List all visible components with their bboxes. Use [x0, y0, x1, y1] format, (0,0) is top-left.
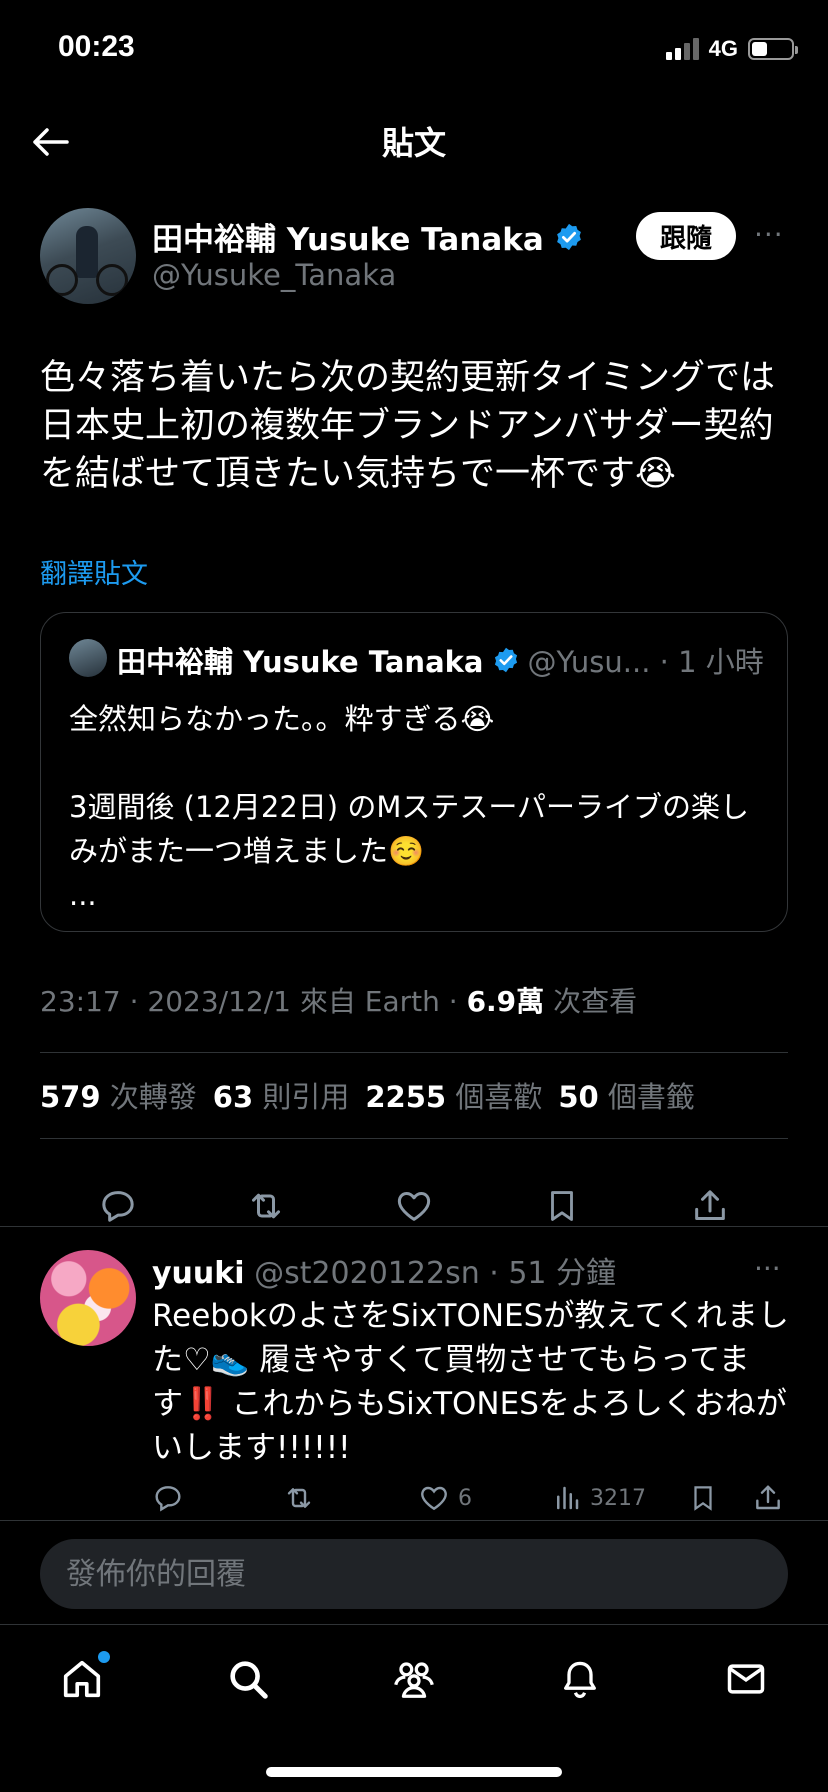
tab-home[interactable] — [54, 1651, 110, 1707]
divider — [40, 1138, 788, 1139]
post-meta: 23:17 · 2023/12/1 來自 Earth · 6.9萬 次查看 — [40, 980, 637, 1020]
home-icon — [63, 1660, 101, 1698]
share-button[interactable] — [686, 1182, 734, 1230]
reply-bookmark-button[interactable] — [688, 1478, 718, 1518]
author-avatar[interactable] — [40, 208, 136, 304]
search-icon — [230, 1661, 268, 1699]
signal-icon — [665, 38, 699, 60]
more-options-button[interactable]: ··· — [754, 218, 784, 251]
reply-author-avatar[interactable] — [40, 1250, 136, 1346]
network-type: 4G — [708, 36, 738, 61]
nav-bar: 貼文 — [0, 100, 828, 184]
tab-search[interactable] — [220, 1651, 276, 1707]
follow-button[interactable]: 跟隨 — [636, 212, 736, 260]
quoted-post[interactable]: 田中裕輔 Yusuke Tanaka @Yusu... · 1 小時 全然知らな… — [40, 612, 788, 932]
home-notification-dot — [98, 1651, 110, 1663]
reposts-stat[interactable]: 579 次轉發 — [40, 1074, 197, 1116]
views-label: 次查看 — [553, 985, 638, 1018]
tab-communities[interactable] — [386, 1651, 442, 1707]
status-bar: 00:23 4G — [0, 0, 828, 100]
like-icon — [397, 1192, 431, 1221]
reply-more-options-button[interactable]: ··· — [754, 1252, 781, 1285]
reply-repost-button[interactable] — [282, 1478, 316, 1518]
translate-post-link[interactable]: 翻譯貼文 — [40, 552, 148, 591]
quotes-stat[interactable]: 63 則引用 — [213, 1074, 350, 1116]
reply-input[interactable] — [40, 1539, 788, 1609]
divider — [40, 1052, 788, 1053]
reply-author-name[interactable]: yuuki — [152, 1256, 245, 1291]
reply-views-count: 3217 — [590, 1485, 646, 1511]
quote-author-name: 田中裕輔 Yusuke Tanaka — [117, 645, 484, 679]
repost-icon — [287, 1488, 311, 1508]
bookmark-button[interactable] — [538, 1182, 586, 1230]
share-icon — [695, 1190, 725, 1220]
tab-messages[interactable] — [718, 1651, 774, 1707]
bottom-tab-bar — [0, 1624, 828, 1792]
reply-likes-count: 6 — [458, 1485, 472, 1511]
reply-like-button[interactable]: 6 — [418, 1478, 472, 1518]
bookmarks-stat[interactable]: 50 個書籤 — [558, 1074, 695, 1116]
reply-button[interactable] — [94, 1182, 142, 1230]
reply-icon — [102, 1191, 134, 1222]
bookmark-icon — [694, 1486, 712, 1511]
like-button[interactable] — [390, 1182, 438, 1230]
messages-icon — [727, 1664, 765, 1694]
verified-badge-icon — [494, 647, 517, 673]
repost-icon — [252, 1193, 280, 1219]
views-icon — [557, 1486, 579, 1510]
quote-text: 全然知らなかった。。粋すぎる😭 3週間後 (12月22日) のMステスーパーライ… — [69, 702, 750, 912]
quote-author-avatar — [69, 639, 107, 677]
divider — [0, 1226, 828, 1227]
author-name-row[interactable]: 田中裕輔 Yusuke Tanaka — [152, 214, 584, 259]
reply-share-button[interactable] — [752, 1478, 784, 1518]
author-handle[interactable]: @Yusuke_Tanaka — [152, 258, 396, 292]
status-indicators: 4G — [665, 36, 798, 62]
status-time: 00:23 — [58, 30, 135, 63]
post-text: 色々落ち着いたら次の契約更新タイミングでは日本史上初の複数年ブランドアンバサダー… — [40, 358, 776, 494]
reply-meta: @st2020122sn · 51 分鐘 — [254, 1256, 617, 1291]
reply-composer — [0, 1520, 828, 1624]
tab-notifications[interactable] — [552, 1651, 608, 1707]
author-name: 田中裕輔 Yusuke Tanaka — [152, 222, 544, 258]
quote-header: 田中裕輔 Yusuke Tanaka @Yusu... · 1 小時 — [117, 639, 764, 681]
reply-icon — [155, 1486, 181, 1512]
verified-badge-icon — [556, 223, 581, 250]
post-stats: 579 次轉發 63 則引用 2255 個喜歡 50 個書籤 — [40, 1074, 695, 1116]
bookmark-icon — [551, 1191, 573, 1221]
reply-post[interactable]: yuuki @st2020122sn · 51 分鐘 ··· Reebokのよさ… — [0, 1228, 828, 1518]
quote-meta: @Yusu... · 1 小時 — [527, 645, 764, 679]
home-indicator — [266, 1767, 562, 1777]
share-icon — [756, 1485, 780, 1510]
reply-views-button[interactable]: 3217 — [552, 1478, 646, 1518]
repost-button[interactable] — [242, 1182, 290, 1230]
post-timestamp: 23:17 · 2023/12/1 來自 Earth · — [40, 985, 458, 1018]
page-title: 貼文 — [381, 124, 446, 162]
battery-icon — [748, 38, 798, 60]
likes-stat[interactable]: 2255 個喜歡 — [365, 1074, 542, 1116]
like-icon — [421, 1486, 447, 1511]
notifications-icon — [564, 1661, 596, 1699]
views-count: 6.9萬 — [466, 985, 545, 1018]
reply-header: yuuki @st2020122sn · 51 分鐘 — [152, 1248, 616, 1292]
communities-icon — [394, 1662, 434, 1698]
reply-reply-button[interactable] — [152, 1478, 184, 1518]
reply-text: ReebokのよさをSixTONESが教えてくれました♡👟 履きやすくて買物させ… — [152, 1298, 789, 1466]
reply-action-bar: 6 3217 — [152, 1478, 792, 1522]
